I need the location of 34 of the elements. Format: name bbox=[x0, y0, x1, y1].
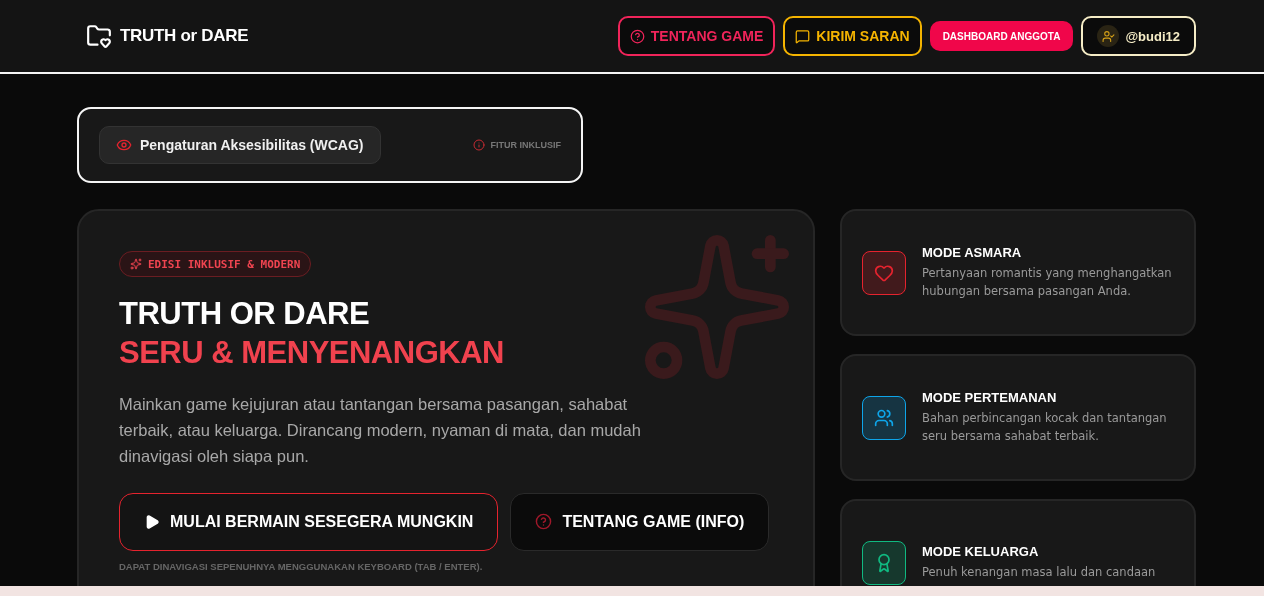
heart-icon bbox=[874, 262, 894, 283]
hero-description: Mainkan game kejujuran atau tantangan bersama pasangan, sahabat terbaik, atau keluarga. Dirancang modern, nyaman di mata, dan mudah dinavigasi oleh siapa pun. bbox=[119, 393, 642, 467]
hero-subtitle: SERU & MENYENANGKAN bbox=[119, 333, 505, 372]
mode-description: Bahan perbincangan kocak dan tantangan seru bersama sahabat terbaik. bbox=[922, 410, 1168, 445]
user-menu-button[interactable]: @budi12 bbox=[1081, 16, 1196, 56]
hero-title: TRUTH OR DARE bbox=[119, 295, 371, 333]
feature-note: FITUR INKLUSIF bbox=[490, 140, 561, 150]
start-game-button[interactable]: MULAI BERMAIN SESEGERA MUNGKIN bbox=[119, 492, 499, 551]
play-icon bbox=[144, 513, 160, 530]
logo-text[interactable]: TRUTH or DARE bbox=[120, 26, 249, 46]
badge-text: EDISI INKLUSIF & MODERN bbox=[148, 257, 301, 271]
nav-button[interactable]: KIRIM SARAN bbox=[783, 16, 922, 56]
info-icon bbox=[472, 139, 485, 151]
chat-bubble-icon bbox=[795, 28, 811, 44]
nav-button[interactable]: TENTANG GAME bbox=[617, 16, 776, 56]
mode-card[interactable]: MODE PERTEMANAN Bahan perbincangan kocak dan tantangan seru bersama sahabat terbaik. bbox=[840, 354, 1196, 481]
users-icon bbox=[874, 407, 894, 428]
nav-button[interactable]: DASHBOARD ANGGOTA bbox=[929, 21, 1074, 51]
mode-card[interactable]: MODE KELUARGA Penuh kenangan masa lalu dan candaan bbox=[840, 499, 1196, 586]
help-icon bbox=[535, 513, 553, 530]
folder-heart-icon bbox=[86, 23, 112, 49]
keyboard-hint: DAPAT DINAVIGASI SEPENUHNYA MENGGUNAKAN KEYBOARD (TAB / ENTER). bbox=[119, 560, 484, 572]
accessibility-settings-button[interactable]: Pengaturan Aksesibilitas (WCAG) bbox=[99, 126, 381, 164]
mode-card[interactable]: MODE ASMARA Pertanyaan romantis yang menghangatkan hubungan bersama pasangan Anda. bbox=[840, 209, 1196, 336]
eye-icon bbox=[116, 137, 132, 153]
help-icon bbox=[629, 28, 645, 44]
mode-title: MODE ASMARA bbox=[922, 245, 1023, 260]
mode-title: MODE KELUARGA bbox=[922, 544, 1040, 559]
about-game-button[interactable]: TENTANG GAME (INFO) bbox=[510, 492, 770, 551]
sparkle-icon bbox=[130, 258, 142, 270]
mode-title: MODE PERTEMANAN bbox=[922, 390, 1058, 405]
user-avatar-icon bbox=[1097, 25, 1120, 47]
mode-description: Penuh kenangan masa lalu dan candaan bbox=[922, 564, 1156, 581]
mode-description: Pertanyaan romantis yang menghangatkan hubungan bersama pasangan Anda. bbox=[922, 265, 1173, 300]
